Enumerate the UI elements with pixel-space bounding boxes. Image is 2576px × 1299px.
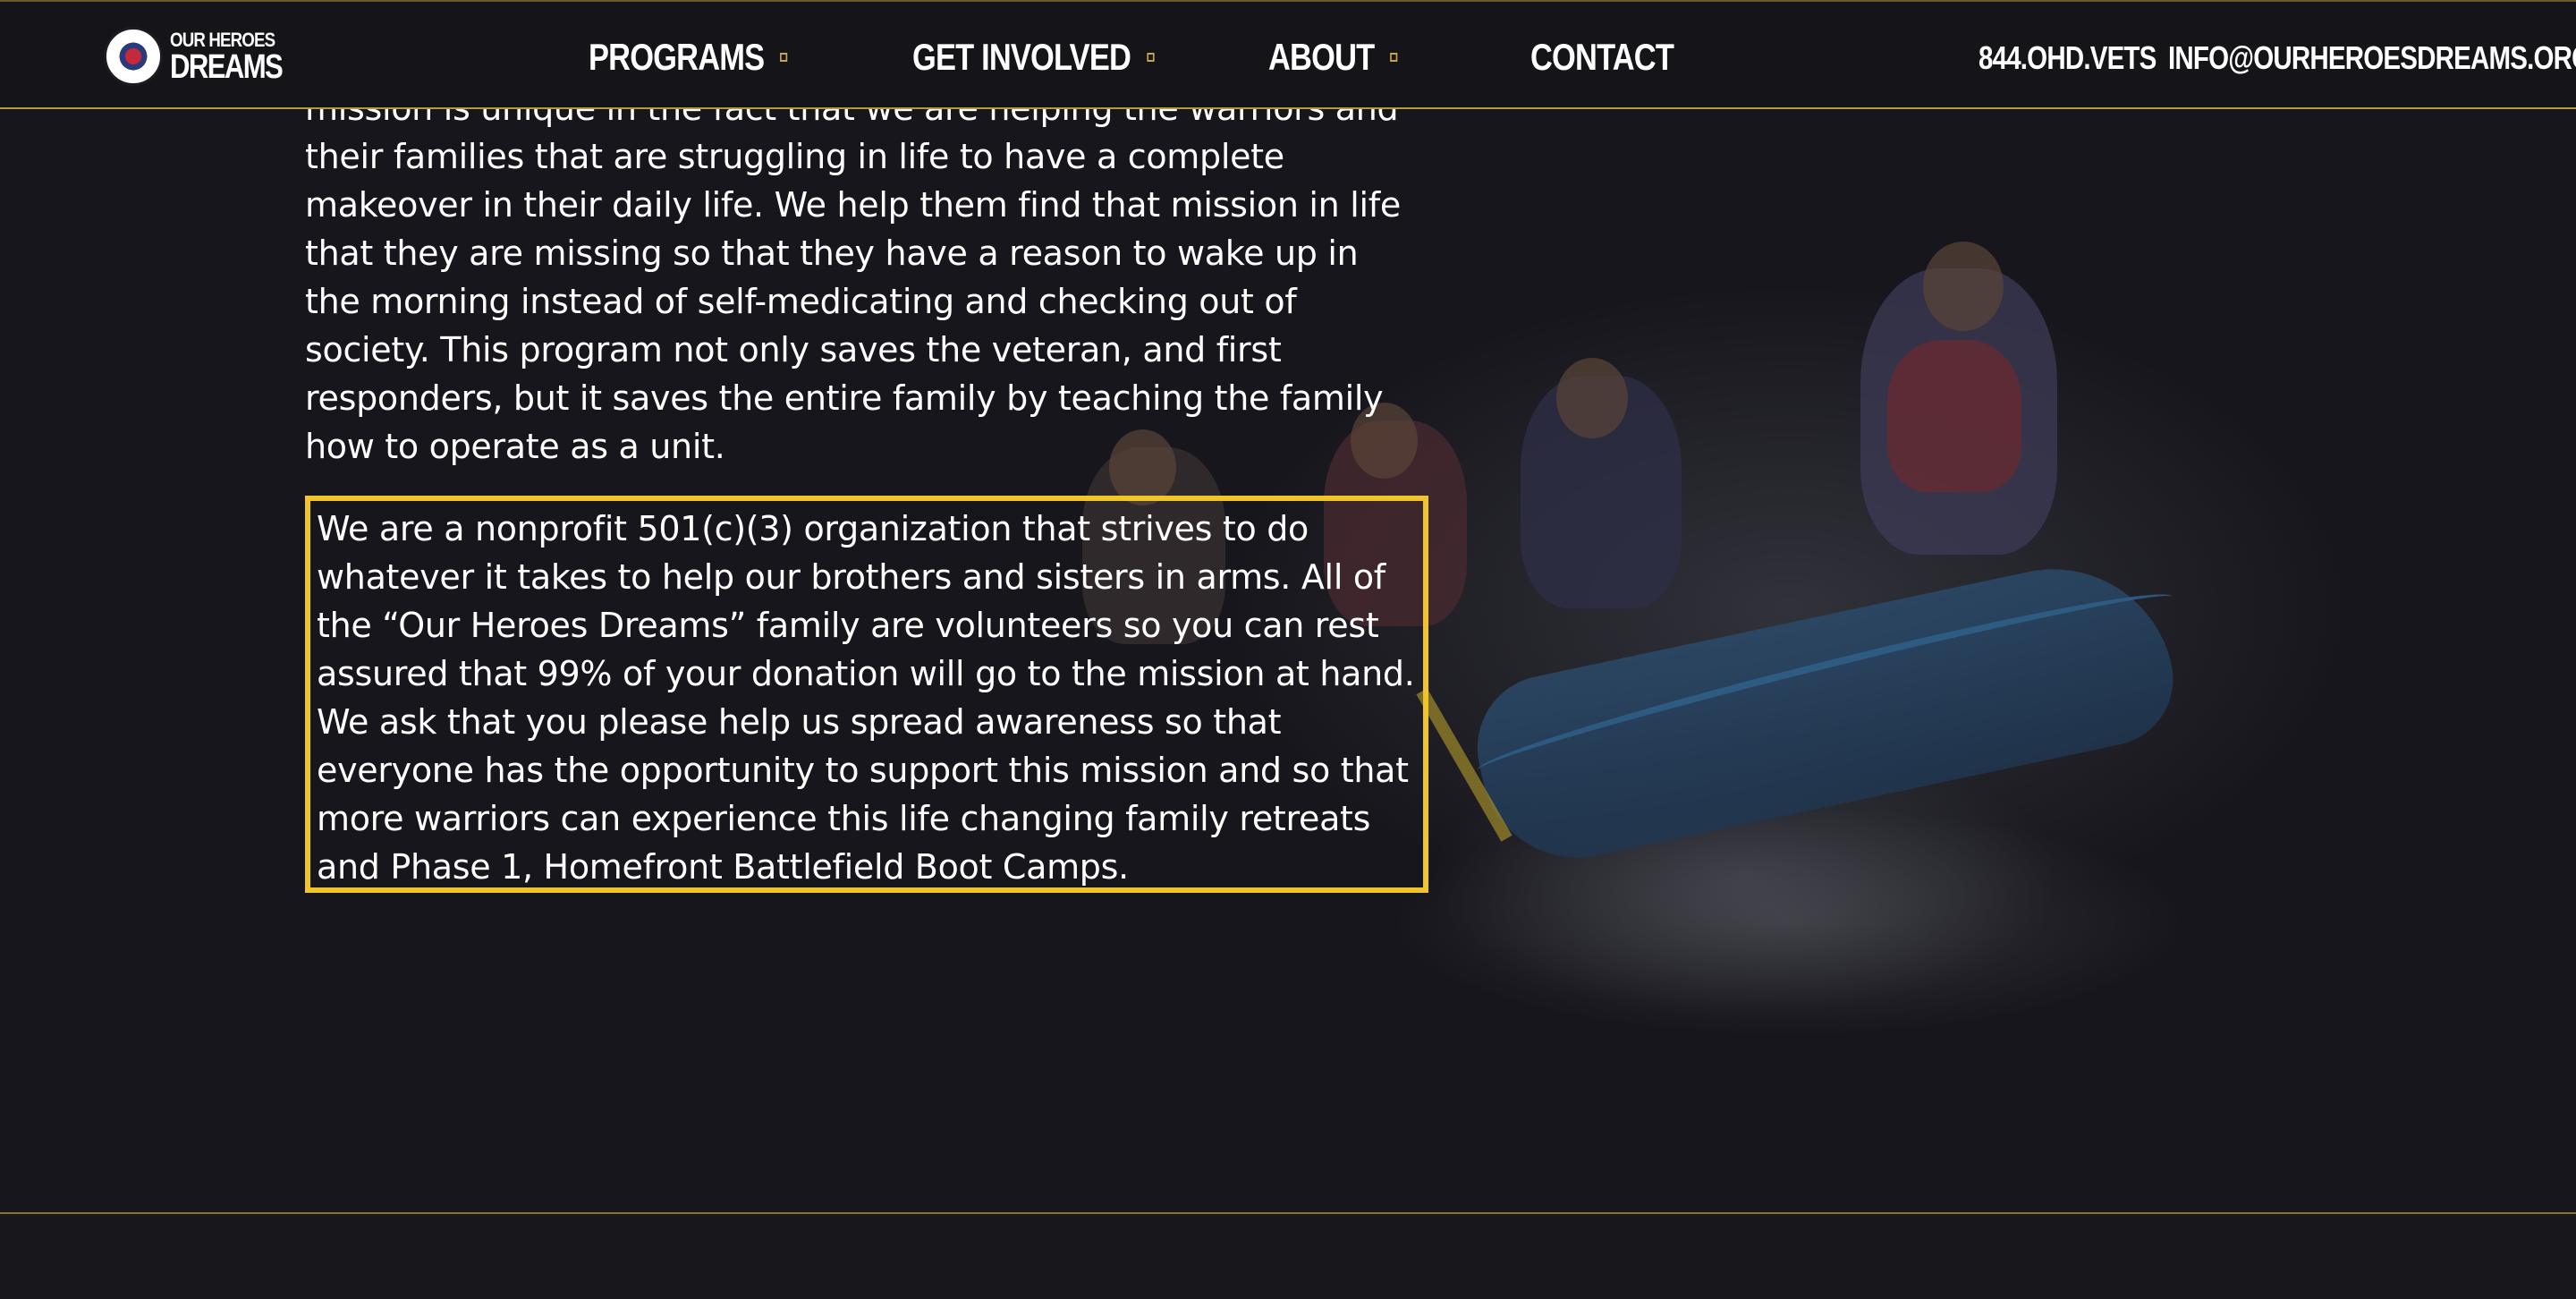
nav-contact[interactable]: CONTACT: [1530, 36, 1674, 79]
nav-get-involved-label: GET INVOLVED: [912, 36, 1131, 78]
nav-about-label: ABOUT: [1268, 36, 1375, 78]
water-spray: [1386, 805, 2191, 1038]
main-content: mission is unique in the fact that we ar…: [305, 84, 1432, 893]
nav-programs[interactable]: PROGRAMS: [589, 36, 788, 79]
rafter-head: [1556, 358, 1628, 438]
life-vest: [1887, 340, 2021, 492]
nonprofit-paragraph: We are a nonprofit 501(c)(3) organizatio…: [317, 509, 1415, 887]
top-navigation-bar: OUR HEROES DREAMS PROGRAMS GET INVOLVED …: [0, 0, 2576, 109]
logo-emblem-icon: [104, 27, 163, 86]
footer: [0, 1214, 2576, 1299]
nav-get-involved[interactable]: GET INVOLVED: [912, 36, 1155, 79]
nav-programs-label: PROGRAMS: [589, 36, 765, 78]
dropdown-caret-icon: [780, 53, 788, 62]
nav-about[interactable]: ABOUT: [1268, 36, 1398, 79]
email-link[interactable]: INFO@OURHEROESDREAMS.ORG: [2168, 39, 2576, 77]
dropdown-caret-icon: [1390, 53, 1398, 62]
logo-text-main: DREAMS: [170, 48, 284, 86]
brand-logo[interactable]: OUR HEROES DREAMS: [104, 25, 284, 89]
mission-paragraph: mission is unique in the fact that we ar…: [305, 89, 1401, 466]
logo-text-top: OUR HEROES: [170, 29, 275, 51]
highlighted-paragraph-box: We are a nonprofit 501(c)(3) organizatio…: [305, 496, 1428, 893]
phone-link[interactable]: 844.OHD.VETS: [1979, 39, 2157, 77]
nav-contact-label: CONTACT: [1530, 36, 1674, 78]
rafter-head: [1923, 242, 2004, 331]
dropdown-caret-icon: [1147, 53, 1155, 62]
